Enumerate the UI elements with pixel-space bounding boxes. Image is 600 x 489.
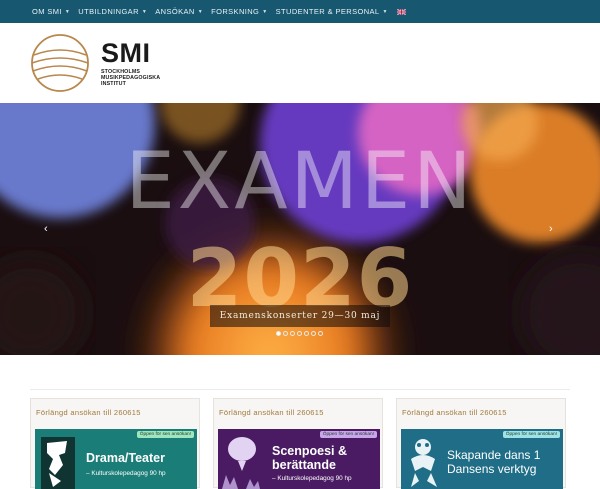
card-heading: Förlängd ansökan till 260615 bbox=[36, 407, 141, 417]
nav-om-smi[interactable]: OM SMI ▼ bbox=[32, 7, 70, 16]
card-image[interactable]: Öppen för sen ansökan! Skapande dans 1 D… bbox=[401, 429, 563, 489]
slider-dot[interactable] bbox=[297, 331, 302, 336]
nav-label: FORSKNING bbox=[211, 7, 260, 16]
nav-label: OM SMI bbox=[32, 7, 62, 16]
card-heading: Förlängd ansökan till 260615 bbox=[402, 407, 507, 417]
slider-dot[interactable] bbox=[304, 331, 309, 336]
course-card-scenpoesi[interactable]: Förlängd ansökan till 260615 Öppen för s… bbox=[213, 398, 383, 489]
open-badge: Öppen för sen ansökan! bbox=[502, 431, 560, 438]
nav-label: ANSÖKAN bbox=[155, 7, 195, 16]
slider-dot[interactable] bbox=[311, 331, 316, 336]
caret-down-icon: ▼ bbox=[197, 8, 204, 15]
section-divider bbox=[30, 389, 570, 390]
card-title-line-2: Dansens verktyg bbox=[447, 462, 537, 476]
slider-prev-arrow-icon[interactable]: ‹ bbox=[44, 223, 48, 235]
open-badge: Öppen för sen ansökan! bbox=[136, 431, 194, 438]
card-title-line-2: berättande bbox=[272, 458, 336, 472]
open-badge: Öppen för sen ansökan! bbox=[319, 431, 377, 438]
card-heading: Förlängd ansökan till 260615 bbox=[219, 407, 324, 417]
nav-label: UTBILDNINGAR bbox=[78, 7, 139, 16]
card-image[interactable]: Öppen för sen ansökan! Scenpoesi & berät… bbox=[218, 429, 380, 489]
caret-down-icon: ▼ bbox=[64, 8, 71, 15]
site-header: SMI STOCKHOLMS MUSIKPEDAGOGISKA INSTITUT bbox=[0, 23, 600, 103]
smi-logo-emblem-icon[interactable] bbox=[30, 33, 90, 93]
slider-dot[interactable] bbox=[283, 331, 288, 336]
logo-name: SMI bbox=[101, 38, 151, 68]
logo-subtitle-3: INSTITUT bbox=[101, 81, 127, 88]
card-title-line-1: Scenpoesi & bbox=[272, 444, 348, 458]
slider-next-arrow-icon[interactable]: › bbox=[549, 223, 553, 235]
nav-ansokan[interactable]: ANSÖKAN ▼ bbox=[155, 7, 203, 16]
slider-pagination bbox=[276, 331, 325, 336]
slider-dot[interactable] bbox=[276, 331, 281, 336]
hero-title: EXAMEN bbox=[125, 137, 475, 227]
caret-down-icon: ▼ bbox=[262, 8, 268, 15]
course-card-drama[interactable]: Förlängd ansökan till 260615 Öppen för s… bbox=[30, 398, 200, 489]
nav-forskning[interactable]: FORSKNING ▼ bbox=[211, 7, 268, 16]
nav-utbildningar[interactable]: UTBILDNINGAR ▼ bbox=[78, 7, 147, 16]
logo-wordmark[interactable]: SMI STOCKHOLMS MUSIKPEDAGOGISKA INSTITUT bbox=[101, 39, 160, 88]
english-flag-icon[interactable] bbox=[396, 8, 406, 15]
nav-studenter-personal[interactable]: STUDENTER & PERSONAL ▼ bbox=[276, 7, 388, 16]
card-title-line-1: Skapande dans 1 bbox=[447, 448, 541, 462]
slider-dot[interactable] bbox=[318, 331, 323, 336]
card-image[interactable]: Öppen för sen ansökan! Drama/Teater – Ku… bbox=[35, 429, 197, 489]
course-card-skapande-dans[interactable]: Förlängd ansökan till 260615 Öppen för s… bbox=[396, 398, 566, 489]
card-subtitle: – Kulturskolepedagog 90 hp bbox=[86, 470, 166, 477]
card-title: Drama/Teater bbox=[86, 451, 165, 465]
caret-down-icon: ▼ bbox=[141, 8, 148, 15]
top-navigation: OM SMI ▼ UTBILDNINGAR ▼ ANSÖKAN ▼ FORSKNING… bbox=[0, 0, 600, 23]
hero-caption[interactable]: Examenskonserter 29—30 maj bbox=[210, 305, 390, 327]
slider-dot[interactable] bbox=[290, 331, 295, 336]
card-subtitle: – Kulturskolepedagog 90 hp bbox=[272, 475, 352, 482]
hero-slider: EXAMEN 2026 Examenskonserter 29—30 maj ‹… bbox=[0, 103, 600, 355]
caret-down-icon: ▼ bbox=[382, 8, 388, 15]
nav-label: STUDENTER & PERSONAL bbox=[275, 7, 380, 16]
